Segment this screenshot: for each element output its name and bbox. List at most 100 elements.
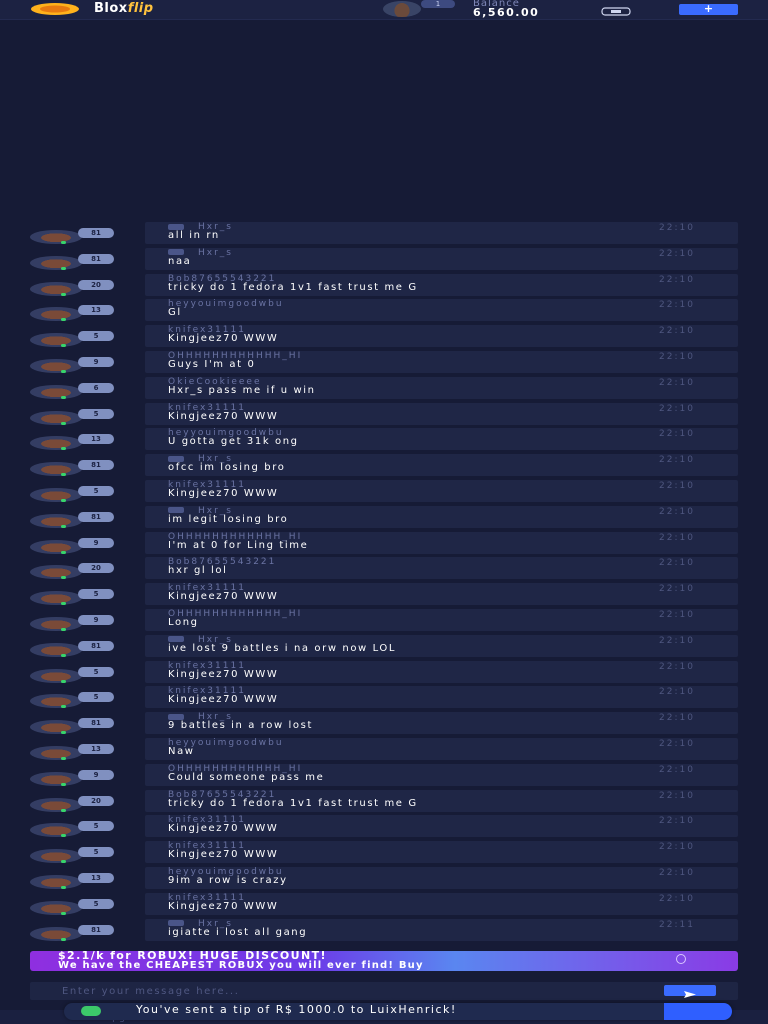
chat-message: 81 Hxr_s ofcc im losing bro 22:10 [0,454,768,480]
message-level-badge: 9 [78,769,114,780]
message-avatar[interactable] [30,230,82,244]
message-text: 9im a row is crazy [168,874,288,886]
message-avatar[interactable] [30,307,82,322]
message-text: Guys I'm at 0 [168,358,256,370]
message-bubble: OHHHHHHHHHHHH_HI Guys I'm at 0 22:10 [145,350,738,373]
online-status-dot [61,756,66,760]
message-bubble: knifex31111 Kingjeez70 WWW 22:10 [145,325,738,348]
message-bubble: knifex31111 Kingjeez70 WWW 22:10 [145,892,738,915]
message-level-badge: 13 [78,434,114,445]
message-text: hxr gl lol [168,565,228,577]
message-level-badge: 81 [78,253,114,264]
message-text: Kingjeez70 WWW [168,849,279,861]
message-avatar[interactable] [30,642,82,657]
message-avatar[interactable] [30,874,82,889]
message-avatar[interactable] [30,720,82,735]
chat-message: 81 Hxr_s ive lost 9 battles i na orw now L… [0,634,768,661]
chat-message: 5 knifex31111 Kingjeez70 WWW 22:10 [0,402,768,429]
chat-message-list[interactable]: 81 Hxr_s all in rn 22:10 81 Hxr_s naa 22:10 20 Bo… [0,222,768,944]
message-avatar[interactable] [30,771,82,786]
message-avatar[interactable] [30,797,82,812]
message-avatar[interactable] [30,384,82,399]
message-avatar[interactable] [30,668,82,683]
message-avatar[interactable] [30,281,82,296]
message-level-badge: 81 [78,640,114,651]
message-timestamp: 22:10 [659,403,695,414]
message-timestamp: 22:10 [659,429,695,440]
message-bubble: heyyouimgoodwbu Naw 22:10 [145,737,738,760]
message-avatar[interactable] [30,565,82,580]
chat-message: 13 heyyouimgoodwbu Naw 22:10 [0,737,768,764]
message-level-badge: 5 [78,898,114,909]
online-status-dot [61,602,66,606]
brand-name[interactable]: Bloxflip [94,1,154,16]
message-timestamp: 22:10 [659,790,695,801]
chat-message: 20 Bob87655543221 tricky do 1 fedora 1v1 f… [0,273,768,300]
online-status-dot [61,860,66,864]
online-status-dot [61,395,66,399]
message-level-badge: 13 [78,305,114,316]
message-level-badge: 81 [78,511,114,522]
message-avatar[interactable] [30,436,82,451]
message-level-badge: 13 [78,743,114,754]
rank-icon [168,920,184,927]
message-avatar[interactable] [30,487,82,502]
message-avatar[interactable] [30,591,82,606]
message-avatar[interactable] [30,694,82,709]
deposit-button[interactable]: + [679,3,738,15]
brand-name-part2: flip [127,1,154,16]
chat-message: 5 knifex31111 Kingjeez70 WWW 22:10 [0,892,768,919]
message-avatar[interactable] [30,410,82,425]
message-bubble: Hxr_s igiatte i lost all gang 22:11 [145,918,738,941]
message-avatar[interactable] [30,539,82,554]
message-avatar[interactable] [30,823,82,838]
message-username[interactable]: heyyouimgoodwbu [168,299,284,309]
message-bubble: knifex31111 Kingjeez70 WWW 22:10 [145,686,738,709]
online-status-dot [61,550,66,554]
message-avatar[interactable] [30,333,82,348]
chat-message: 6 OkieCookieeee Hxr_s pass me if u win 22:1… [0,376,768,403]
message-bubble: Hxr_s 9 battles in a row lost 22:10 [145,712,738,735]
message-timestamp: 22:10 [659,326,695,337]
message-level-badge: 5 [78,485,114,496]
message-timestamp: 22:10 [659,351,695,362]
message-bubble: Bob87655543221 hxr gl lol 22:10 [145,557,738,580]
message-level-badge: 5 [78,847,114,858]
message-level-badge: 5 [78,666,114,677]
tip-notification-toast[interactable]: You've sent a tip of R$ 1000.0 to LuixHe… [64,1003,732,1020]
message-timestamp: 22:10 [659,455,695,466]
message-bubble: knifex31111 Kingjeez70 WWW 22:10 [145,479,738,502]
chat-message: 9 OHHHHHHHHHHHH_HI I'm at 0 for Ling time 2… [0,531,768,558]
message-avatar[interactable] [30,255,82,270]
message-bubble: OHHHHHHHHHHHH_HI Could someone pass me 22:… [145,763,738,786]
message-bubble: knifex31111 Kingjeez70 WWW 22:10 [145,841,738,864]
message-avatar[interactable] [30,358,82,373]
message-avatar[interactable] [30,462,82,477]
online-status-dot [61,576,66,580]
promo-banner[interactable]: $2.1/k for ROBUX! HUGE DISCOUNT! We have… [30,951,738,971]
message-level-badge: 5 [78,692,114,703]
bloxflip-logo-icon[interactable] [30,2,80,16]
chat-message: 13 heyyouimgoodwbu 9im a row is crazy 22:10 [0,866,768,893]
message-text: all in rn [168,230,220,241]
user-avatar[interactable] [383,1,421,17]
message-avatar[interactable] [30,900,82,915]
robux-currency-icon [601,7,631,16]
message-avatar[interactable] [30,849,82,864]
rank-icon [168,507,184,514]
message-avatar[interactable] [30,926,82,941]
message-avatar[interactable] [30,616,82,631]
chat-message: 9 OHHHHHHHHHHHH_HI Guys I'm at 0 22:10 [0,350,768,377]
message-avatar[interactable] [30,745,82,760]
chat-message: 20 Bob87655543221 hxr gl lol 22:10 [0,557,768,583]
chat-message-input[interactable] [60,983,664,999]
online-status-dot [61,782,66,786]
message-level-badge: 13 [78,872,114,883]
send-button[interactable] [664,985,716,998]
checkmark-icon [81,1006,101,1016]
chat-message: 9 OHHHHHHHHHHHH_HI Could someone pass me 22… [0,763,768,790]
message-avatar[interactable] [30,513,82,528]
message-level-badge: 9 [78,537,114,548]
info-icon[interactable] [676,954,686,964]
message-bubble: heyyouimgoodwbu U gotta get 31k ong 22:10 [145,428,738,451]
